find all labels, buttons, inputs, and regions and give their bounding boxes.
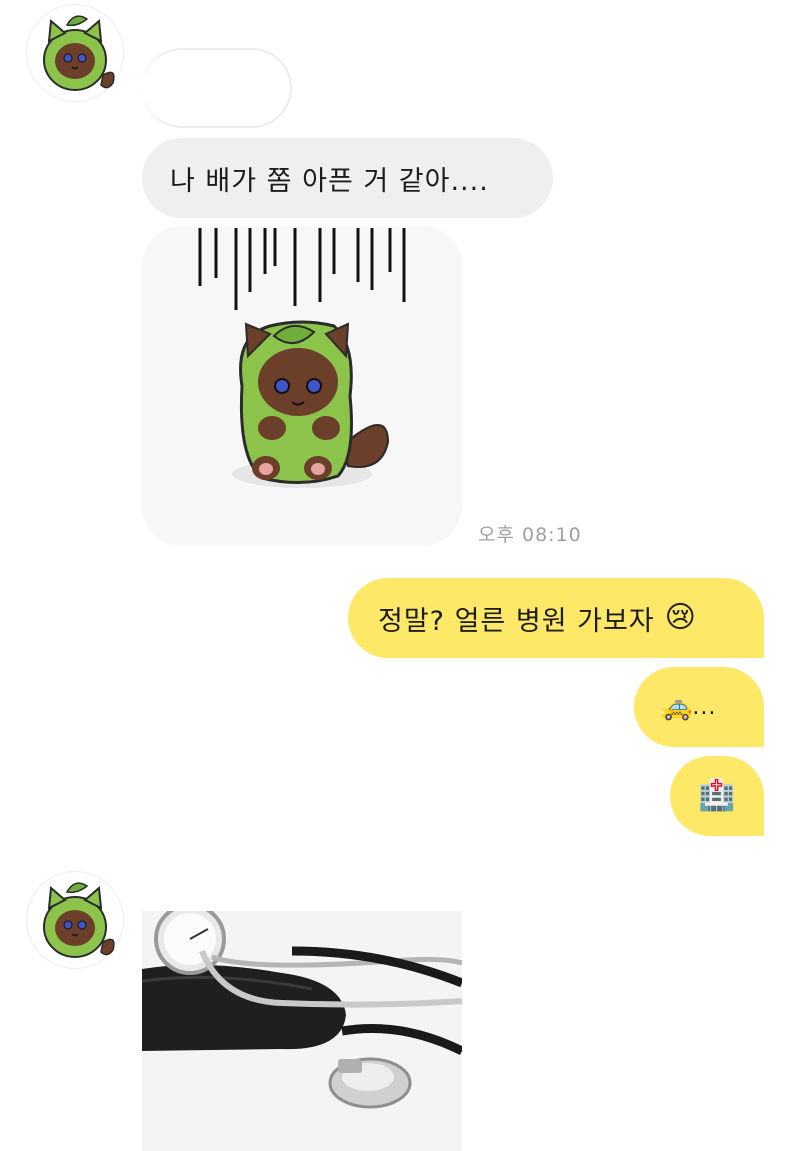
- friend-avatar[interactable]: [27, 872, 123, 968]
- green-cat-avatar-icon: [43, 15, 115, 91]
- friend-avatar[interactable]: [27, 5, 123, 101]
- message-text: ...: [692, 694, 717, 720]
- taxi-icon: 🚕: [660, 692, 693, 722]
- hospital-icon: 🏥: [698, 778, 736, 813]
- sticker-message[interactable]: [142, 226, 462, 546]
- cropped-previous-bubble: [142, 48, 292, 128]
- message-timestamp: 오후 08:10: [478, 524, 582, 546]
- outgoing-message-bubble[interactable]: 🚕 ...: [634, 667, 764, 747]
- outgoing-message-bubble[interactable]: 정말? 얼른 병원 가보자 😢: [348, 578, 764, 658]
- crying-face-icon: 😢: [664, 600, 696, 635]
- message-text: 나 배가 쫌 아픈 거 같아....: [170, 165, 489, 197]
- stethoscope-photo-icon: [142, 911, 462, 1151]
- green-cat-sticker-icon: [198, 228, 406, 488]
- message-text: 정말? 얼른 병원 가보자: [378, 605, 655, 637]
- incoming-message-bubble[interactable]: 나 배가 쫌 아픈 거 같아....: [142, 138, 553, 218]
- photo-message[interactable]: [142, 911, 462, 1151]
- outgoing-message-bubble[interactable]: 🏥: [670, 756, 764, 836]
- green-cat-avatar-icon: [43, 882, 115, 958]
